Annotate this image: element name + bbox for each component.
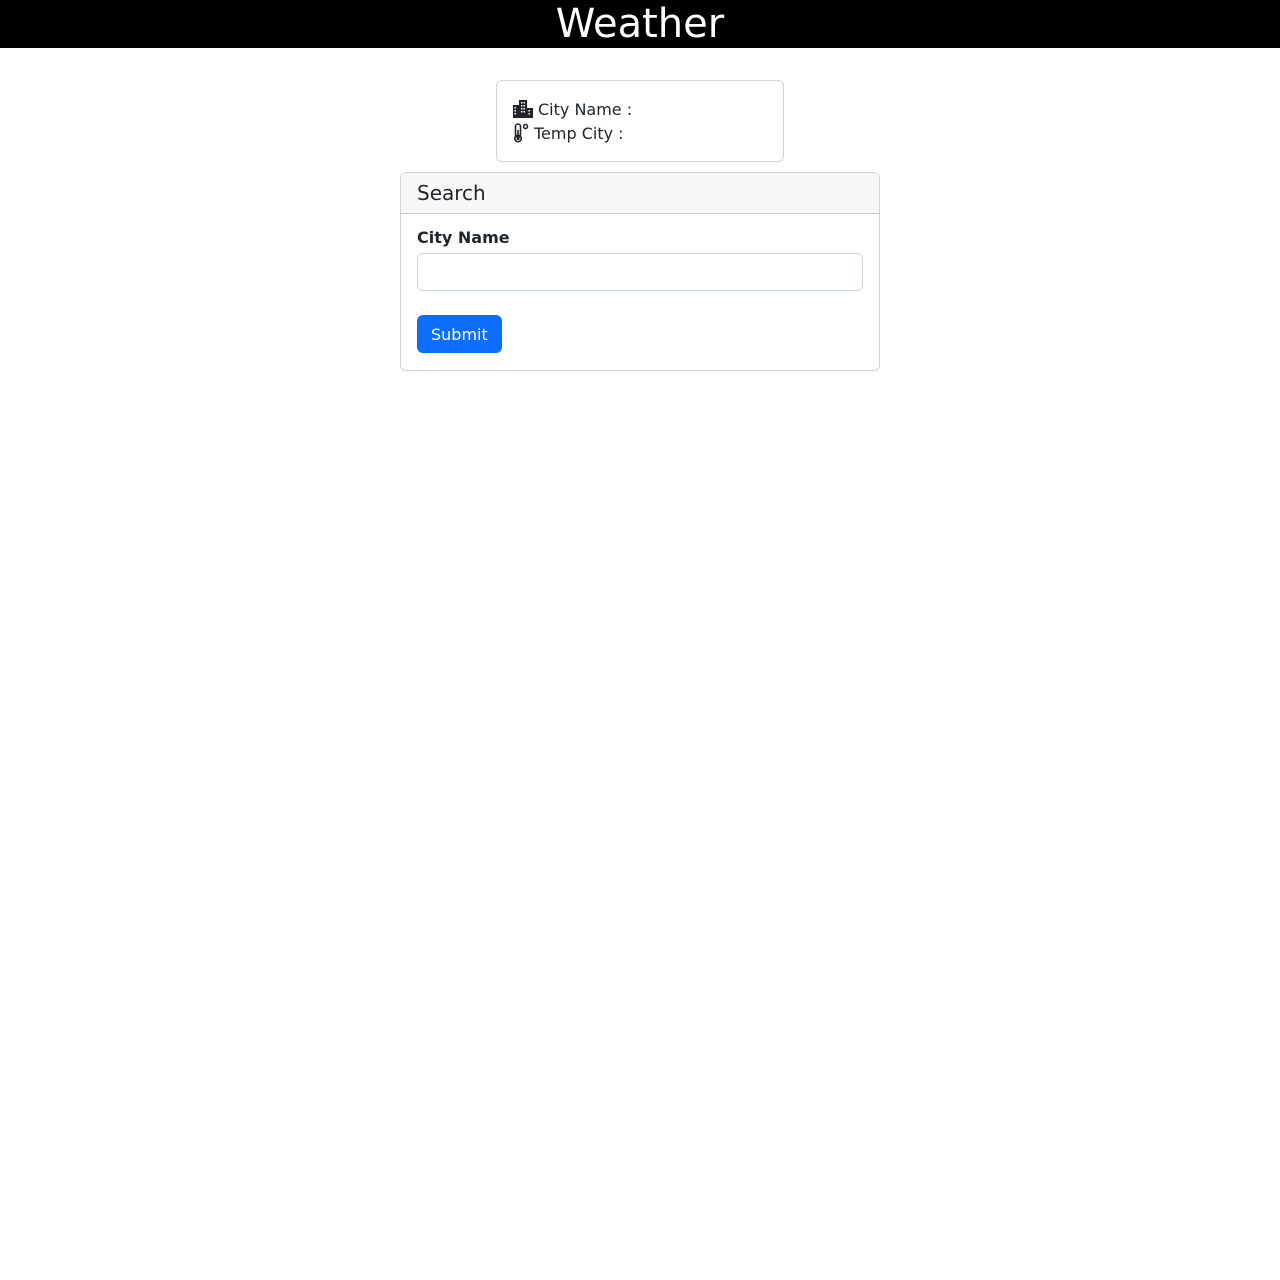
search-card-header: Search [401,173,879,214]
temp-city-row: Temp City : [513,121,767,145]
top-bar: Weather [0,0,1280,48]
search-card: Search City Name Submit [400,172,880,371]
city-name-input[interactable] [417,253,863,291]
weather-info-card: City Name : Temp City : [496,80,784,162]
city-name-field-label: City Name [417,228,510,247]
buildings-icon [513,99,533,119]
page-title: Weather [555,1,725,47]
city-name-label: City Name : [538,99,633,119]
submit-button[interactable]: Submit [417,315,502,353]
thermometer-icon [513,123,529,143]
search-form: City Name Submit [401,214,879,369]
temp-city-label: Temp City : [534,123,624,143]
city-name-row: City Name : [513,97,767,121]
